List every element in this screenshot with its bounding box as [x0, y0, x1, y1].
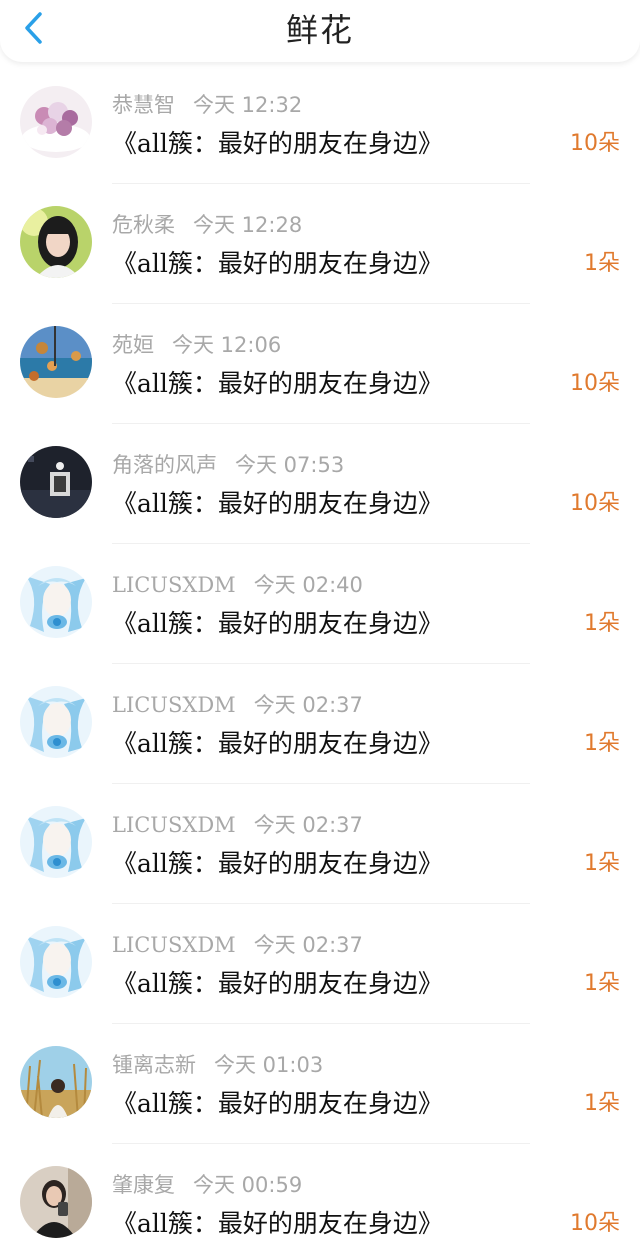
- timestamp: 今天 02:37: [253, 693, 363, 717]
- user-name[interactable]: 恭慧智: [112, 93, 175, 117]
- timestamp: 今天 01:03: [214, 1053, 324, 1077]
- book-title: 《all簇：最好的朋友在身边》: [112, 489, 443, 518]
- flower-count: 10朵: [570, 371, 620, 396]
- timestamp: 今天 12:28: [193, 213, 303, 237]
- list-item[interactable]: 恭慧智 今天 12:32 《all簇：最好的朋友在身边》 10朵: [0, 64, 640, 184]
- timestamp: 今天 00:59: [193, 1173, 303, 1197]
- timestamp: 今天 07:53: [235, 453, 345, 477]
- item-meta: LICUSXDM 今天 02:37: [112, 690, 363, 720]
- flower-count: 1朵: [584, 251, 620, 276]
- page-title: 鲜花: [285, 11, 354, 49]
- flower-count: 1朵: [584, 731, 620, 756]
- user-name[interactable]: LICUSXDM: [112, 933, 236, 957]
- item-meta: LICUSXDM 今天 02:37: [112, 930, 363, 960]
- list-item[interactable]: LICUSXDM 今天 02:37 《all簇：最好的朋友在身边》 1朵: [0, 904, 640, 1024]
- book-title: 《all簇：最好的朋友在身边》: [112, 369, 443, 398]
- user-name[interactable]: 锺离志新: [112, 1053, 196, 1077]
- item-meta: 危秋柔 今天 12:28: [112, 210, 302, 240]
- timestamp: 今天 02:40: [253, 573, 363, 597]
- flower-list: 恭慧智 今天 12:32 《all簇：最好的朋友在身边》 10朵 危秋柔 今天 12:28…: [0, 64, 640, 1259]
- user-name[interactable]: 角落的风声: [112, 453, 217, 477]
- list-item[interactable]: LICUSXDM 今天 02:40 《all簇：最好的朋友在身边》 1朵: [0, 544, 640, 664]
- book-title: 《all簇：最好的朋友在身边》: [112, 129, 443, 158]
- flower-count: 1朵: [584, 611, 620, 636]
- book-title: 《all簇：最好的朋友在身边》: [112, 729, 443, 758]
- item-meta: 锺离志新 今天 01:03: [112, 1050, 323, 1080]
- book-title: 《all簇：最好的朋友在身边》: [112, 1209, 443, 1238]
- book-title: 《all簇：最好的朋友在身边》: [112, 849, 443, 878]
- list-item[interactable]: 危秋柔 今天 12:28 《all簇：最好的朋友在身边》 1朵: [0, 184, 640, 304]
- user-name[interactable]: 肇康复: [112, 1173, 175, 1197]
- list-item[interactable]: 苑姮 今天 12:06 《all簇：最好的朋友在身边》 10朵: [0, 304, 640, 424]
- item-meta: LICUSXDM 今天 02:37: [112, 810, 363, 840]
- flower-count: 1朵: [584, 1091, 620, 1116]
- avatar[interactable]: [20, 206, 92, 278]
- timestamp: 今天 02:37: [253, 813, 363, 837]
- user-name[interactable]: 苑姮: [112, 333, 154, 357]
- avatar[interactable]: [20, 806, 92, 878]
- avatar[interactable]: [20, 686, 92, 758]
- avatar[interactable]: [20, 446, 92, 518]
- user-name[interactable]: LICUSXDM: [112, 813, 236, 837]
- flower-count: 10朵: [570, 131, 620, 156]
- user-name[interactable]: LICUSXDM: [112, 693, 236, 717]
- list-item[interactable]: LICUSXDM 今天 02:37 《all簇：最好的朋友在身边》 1朵: [0, 784, 640, 904]
- item-meta: 恭慧智 今天 12:32: [112, 90, 302, 120]
- user-name[interactable]: 危秋柔: [112, 213, 175, 237]
- book-title: 《all簇：最好的朋友在身边》: [112, 1089, 443, 1118]
- list-item[interactable]: 角落的风声 今天 07:53 《all簇：最好的朋友在身边》 10朵: [0, 424, 640, 544]
- timestamp: 今天 12:32: [193, 93, 303, 117]
- book-title: 《all簇：最好的朋友在身边》: [112, 609, 443, 638]
- book-title: 《all簇：最好的朋友在身边》: [112, 249, 443, 278]
- avatar[interactable]: [20, 1046, 92, 1118]
- list-item[interactable]: LICUSXDM 今天 02:37 《all簇：最好的朋友在身边》 1朵: [0, 664, 640, 784]
- user-name[interactable]: LICUSXDM: [112, 573, 236, 597]
- timestamp: 今天 02:37: [253, 933, 363, 957]
- page: 鲜花 恭慧智 今天 12:32 《all簇：最好的朋友在身边》 10朵 危秋柔 今天 12…: [0, 0, 640, 1259]
- book-title: 《all簇：最好的朋友在身边》: [112, 969, 443, 998]
- item-meta: 肇康复 今天 00:59: [112, 1170, 302, 1200]
- item-meta: LICUSXDM 今天 02:40: [112, 570, 363, 600]
- flower-count: 1朵: [584, 851, 620, 876]
- avatar[interactable]: [20, 566, 92, 638]
- flower-count: 1朵: [584, 971, 620, 996]
- flower-count: 10朵: [570, 491, 620, 516]
- avatar[interactable]: [20, 86, 92, 158]
- top-bar: 鲜花: [0, 0, 640, 62]
- avatar[interactable]: [20, 326, 92, 398]
- flower-count: 10朵: [570, 1211, 620, 1236]
- list-item[interactable]: 肇康复 今天 00:59 《all簇：最好的朋友在身边》 10朵: [0, 1144, 640, 1259]
- list-item[interactable]: 锺离志新 今天 01:03 《all簇：最好的朋友在身边》 1朵: [0, 1024, 640, 1144]
- timestamp: 今天 12:06: [172, 333, 282, 357]
- avatar[interactable]: [20, 1166, 92, 1238]
- item-meta: 角落的风声 今天 07:53: [112, 450, 344, 480]
- item-meta: 苑姮 今天 12:06: [112, 330, 281, 360]
- avatar[interactable]: [20, 926, 92, 998]
